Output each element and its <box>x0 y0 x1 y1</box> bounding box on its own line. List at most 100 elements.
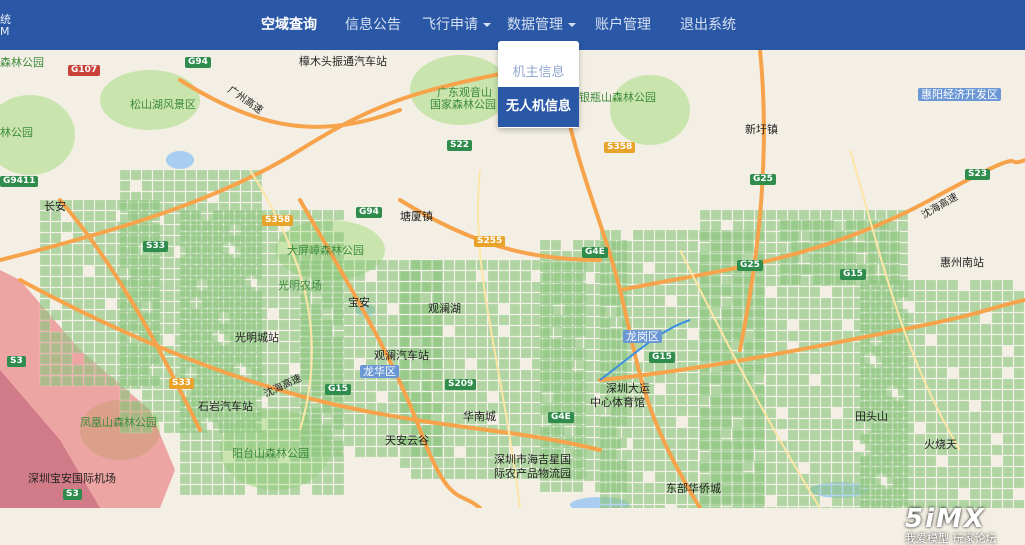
grid-cell <box>870 488 882 500</box>
grid-cell <box>119 169 131 181</box>
nav-flight-application[interactable]: 飞行申请 <box>422 0 491 50</box>
grid-cell <box>721 231 733 243</box>
grid-cell <box>332 281 344 293</box>
grid-cell <box>870 455 882 467</box>
grid-cell <box>654 240 666 252</box>
grid-cell <box>643 449 655 461</box>
grid-cell <box>743 220 755 232</box>
grid-cell <box>870 477 882 489</box>
grid-cell <box>823 219 835 231</box>
grid-cell <box>643 427 655 439</box>
grid-cell <box>980 290 992 302</box>
grid-cell <box>859 345 871 357</box>
grid-cell <box>354 325 366 337</box>
grid-cell <box>754 418 766 430</box>
grid-cell <box>267 473 279 485</box>
grid-cell <box>138 287 150 299</box>
nav-label: 数据管理 <box>507 17 563 33</box>
grid-cell <box>152 400 164 412</box>
grid-cell <box>39 353 51 365</box>
grid-cell <box>105 331 117 343</box>
grid-cell <box>476 336 488 348</box>
grid-cell <box>179 451 191 463</box>
grid-cell <box>969 290 981 302</box>
grid-cell <box>212 253 224 265</box>
grid-cell <box>914 290 926 302</box>
grid-cell <box>765 363 777 375</box>
grid-cell <box>299 325 311 337</box>
grid-cell <box>610 449 622 461</box>
grid-cell <box>779 263 791 275</box>
grid-cell <box>1013 356 1025 368</box>
grid-cell <box>321 325 333 337</box>
grid-cell <box>842 308 854 320</box>
grid-cell <box>245 242 257 254</box>
grid-cell <box>980 411 992 423</box>
grid-cell <box>278 308 290 320</box>
grid-cell <box>665 284 677 296</box>
grid-cell <box>980 422 992 434</box>
grid-cell <box>831 308 843 320</box>
grid-cell <box>311 484 323 496</box>
grid-cell <box>947 400 959 412</box>
grid-cell <box>798 209 810 221</box>
grid-cell <box>223 341 235 353</box>
dropdown-item-drone-info[interactable]: 无人机信息 <box>498 87 579 127</box>
grid-cell <box>632 295 644 307</box>
grid-cell <box>410 281 422 293</box>
grid-cell <box>699 407 711 419</box>
grid-cell <box>859 477 871 489</box>
grid-cell <box>116 254 128 266</box>
grid-cell <box>859 378 871 390</box>
grid-cell <box>72 265 84 277</box>
grid-cell <box>399 336 411 348</box>
grid-cell <box>163 290 175 302</box>
map-label: 光明城站 <box>235 331 279 344</box>
grid-cell <box>299 336 311 348</box>
grid-cell <box>687 427 699 439</box>
grid-cell <box>72 331 84 343</box>
grid-cell <box>421 336 433 348</box>
grid-cell <box>969 323 981 335</box>
nav-airspace-query[interactable]: 空域查询 <box>261 0 317 50</box>
grid-cell <box>820 418 832 430</box>
grid-cell <box>1013 389 1025 401</box>
grid-cell <box>223 308 235 320</box>
grid-cell <box>421 281 433 293</box>
grid-cell <box>399 457 411 469</box>
grid-cell <box>925 290 937 302</box>
grid-cell <box>289 341 301 353</box>
grid-cell <box>300 473 312 485</box>
grid-cell <box>310 402 322 414</box>
grid-cell <box>859 323 871 335</box>
grid-cell <box>823 252 835 264</box>
map-label: 龙岗区 <box>623 330 662 343</box>
grid-cell <box>743 209 755 221</box>
grid-cell <box>599 460 611 472</box>
nav-logout[interactable]: 退出系统 <box>680 0 736 50</box>
grid-cell <box>138 254 150 266</box>
grid-cell <box>50 342 62 354</box>
grid-cell <box>72 320 84 332</box>
grid-cell <box>343 358 355 370</box>
grid-cell <box>980 279 992 291</box>
grid-cell <box>443 281 455 293</box>
grid-cell <box>333 462 345 474</box>
grid-cell <box>1002 411 1014 423</box>
grid-cell <box>710 220 722 232</box>
grid-cell <box>365 446 377 458</box>
grid-cell <box>72 199 84 211</box>
nav-announcements[interactable]: 信息公告 <box>345 0 401 50</box>
grid-cell <box>539 261 551 273</box>
grid-cell <box>245 264 257 276</box>
grid-cell <box>812 252 824 264</box>
grid-cell <box>141 400 153 412</box>
grid-cell <box>212 286 224 298</box>
grid-cell <box>376 292 388 304</box>
grid-cell <box>50 375 62 387</box>
grid-cell <box>687 339 699 351</box>
nav-account-management[interactable]: 账户管理 <box>595 0 651 50</box>
grid-cell <box>365 281 377 293</box>
map-label: 国家森林公园 <box>430 98 496 111</box>
grid-cell <box>665 427 677 439</box>
